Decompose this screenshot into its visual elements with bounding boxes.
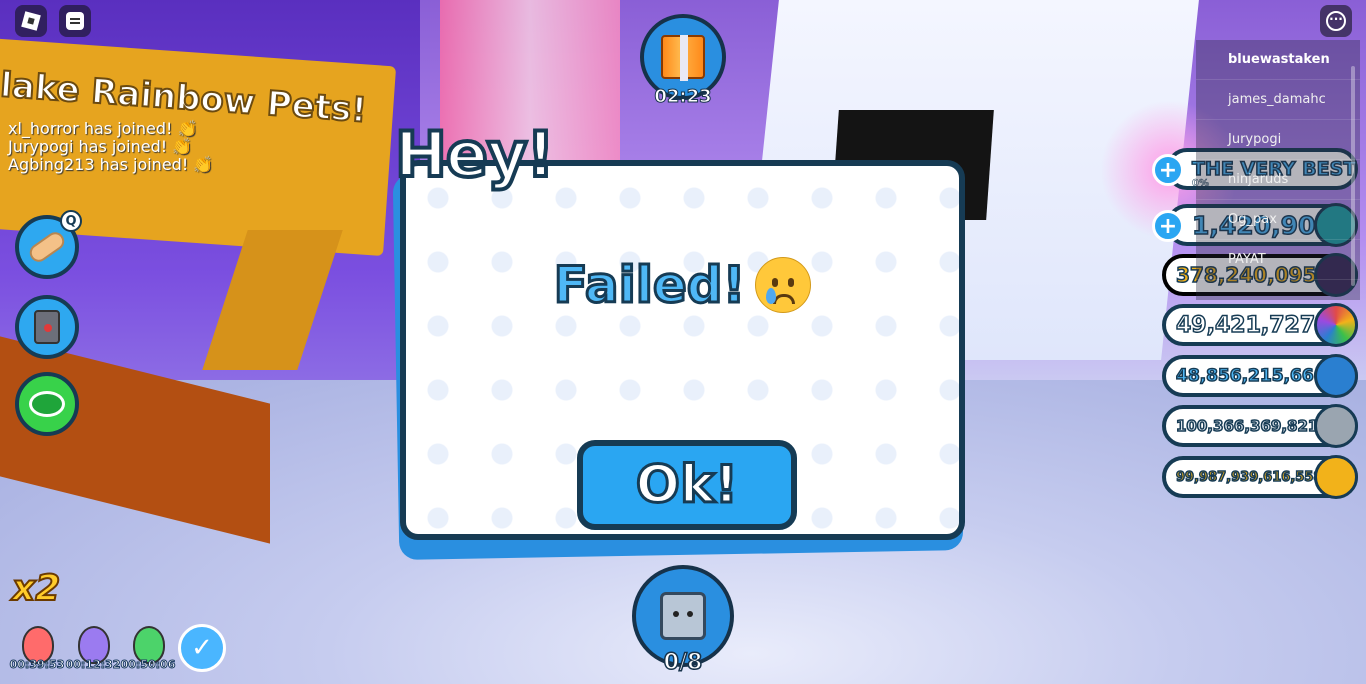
- potion-slot[interactable]: 00:12:32: [65, 622, 121, 680]
- recycle-icon: [29, 391, 65, 417]
- more-options-button[interactable]: ···: [1320, 5, 1352, 37]
- potion-slot[interactable]: 00:39:53: [9, 622, 65, 680]
- blue-coin-amount: 48,856,215,666: [1175, 365, 1326, 387]
- ok-button[interactable]: Ok!: [577, 440, 797, 530]
- silver-coin-amount: 100,366,369,821: [1175, 416, 1319, 436]
- blue-coin-counter: 48,856,215,666: [1162, 354, 1358, 398]
- gift-timer: 02:23: [654, 86, 712, 108]
- potion-slot[interactable]: 00:50:06: [120, 622, 176, 680]
- player-entry[interactable]: james_damahc: [1196, 80, 1360, 120]
- clap-icon: 👏: [177, 119, 198, 138]
- remote-control-icon: [34, 310, 60, 344]
- plus-icon[interactable]: +: [1152, 154, 1184, 186]
- recycle-button[interactable]: [15, 372, 79, 436]
- plus-icon[interactable]: +: [1152, 210, 1184, 242]
- clap-icon: 👏: [193, 155, 214, 174]
- cat-pet-icon: [660, 592, 706, 640]
- gold-coin-amount: 99,987,939,616,558: [1175, 469, 1323, 486]
- bandage-icon: [26, 228, 68, 266]
- potion-timer: 00:39:53: [9, 658, 65, 672]
- potion-timer: 00:12:32: [65, 658, 121, 672]
- message-row: Failed!: [406, 255, 959, 316]
- boost-multiplier: x2: [11, 567, 61, 610]
- rainbow-coin-counter: 49,421,727: [1162, 303, 1358, 347]
- roblox-menu-button[interactable]: [15, 5, 47, 37]
- blue-paw-coin-icon: [1314, 354, 1358, 398]
- chat-toggle-button[interactable]: [59, 5, 91, 37]
- ok-button-label: Ok!: [634, 454, 740, 517]
- alert-dialog: Failed! Ok!: [400, 160, 965, 540]
- silver-paw-coin-icon: [1314, 404, 1358, 448]
- gold-coin-icon: [1314, 455, 1358, 499]
- chat-message: Agbing213 has joined! 👏: [8, 155, 214, 174]
- gold-coin-counter: 99,987,939,616,558: [1162, 455, 1358, 499]
- chat-message: xl_horror has joined! 👏: [8, 119, 198, 138]
- player-list-scrollbar[interactable]: [1351, 66, 1355, 286]
- chat-log: xl_horror has joined! 👏 Jurypogi has joi…: [8, 120, 268, 174]
- hotkey-badge: Q: [60, 210, 82, 232]
- silver-coin-counter: 100,366,369,821: [1162, 404, 1358, 448]
- player-entry[interactable]: PAYAT: [1196, 240, 1360, 280]
- potion-timer: 00:50:06: [120, 658, 176, 672]
- dialog-message: Failed!: [552, 255, 747, 316]
- rainbow-coin-icon: [1314, 303, 1358, 347]
- pet-count: 0/8: [663, 649, 703, 676]
- rainbow-coin-amount: 49,421,727: [1175, 312, 1316, 339]
- player-list[interactable]: bluewastaken james_damahc Jurypogi ninja…: [1196, 40, 1360, 300]
- remote-button[interactable]: [15, 295, 79, 359]
- crying-face-icon: [755, 257, 812, 313]
- player-entry[interactable]: bluewastaken: [1196, 40, 1360, 80]
- player-entry[interactable]: Og_pax: [1196, 200, 1360, 240]
- clap-icon: 👏: [172, 137, 193, 156]
- roblox-logo-icon: [21, 11, 41, 31]
- verified-check-icon[interactable]: ✓: [178, 624, 226, 672]
- ellipsis-icon: ···: [1326, 11, 1346, 31]
- dialog-title: Hey!: [393, 116, 557, 193]
- gift-box-icon: [661, 35, 705, 81]
- player-entry[interactable]: Jurypogi: [1196, 120, 1360, 160]
- chat-message: Jurypogi has joined! 👏: [8, 137, 193, 156]
- player-entry[interactable]: ninjaruds: [1196, 160, 1360, 200]
- chat-icon: [66, 12, 84, 30]
